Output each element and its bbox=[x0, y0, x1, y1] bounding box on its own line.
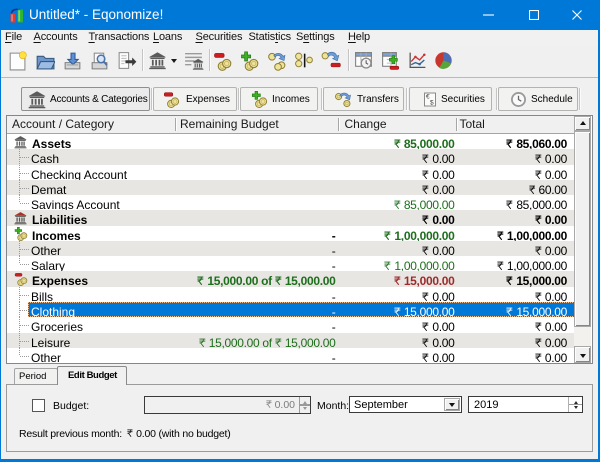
svg-text:$: $ bbox=[430, 99, 434, 106]
